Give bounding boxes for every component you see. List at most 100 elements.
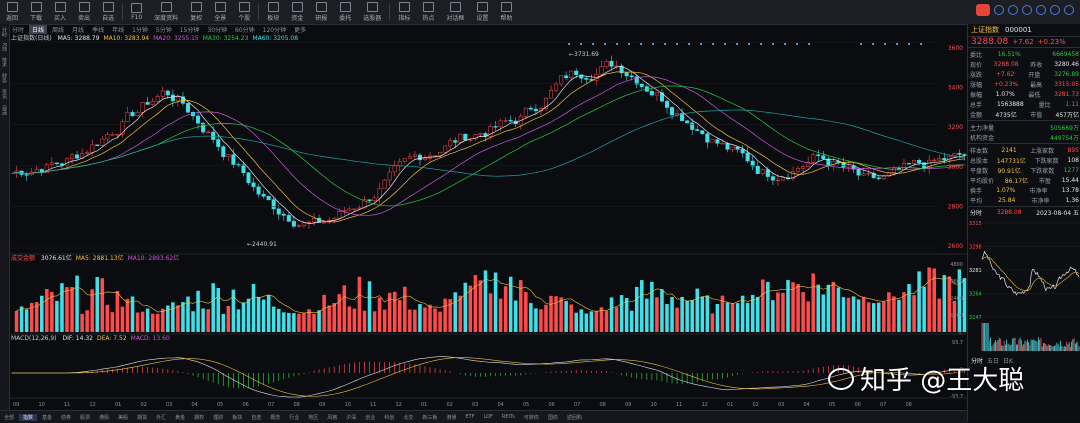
period-tab[interactable]: 30分钟: [204, 25, 230, 34]
period-tab[interactable]: 月线: [69, 25, 87, 34]
candle-body: [448, 140, 453, 147]
market-tab[interactable]: 沪深: [342, 414, 360, 421]
toolbar-icon: [449, 2, 461, 12]
toolbar-button-3[interactable]: 卖出: [72, 0, 96, 24]
market-tab[interactable]: 逆回购: [563, 414, 586, 421]
volume-bar: [755, 296, 760, 332]
toolbar-button-9[interactable]: 个股: [232, 0, 256, 24]
market-tab[interactable]: 地区: [304, 414, 322, 421]
toolbar-button-2[interactable]: 买入: [48, 0, 72, 24]
left-strip-item[interactable]: K线: [0, 40, 9, 54]
volume-bar: [927, 267, 931, 332]
time-axis-label: 10: [345, 402, 351, 408]
volume-bar: [392, 291, 397, 332]
market-tab[interactable]: 指数: [19, 413, 38, 421]
toolbar-icon: [131, 3, 143, 13]
close-icon[interactable]: [1064, 5, 1074, 15]
mail-icon[interactable]: [1022, 5, 1032, 15]
market-tab[interactable]: 港通: [442, 414, 460, 421]
market-tab[interactable]: 理财: [209, 414, 227, 421]
period-tab[interactable]: 120分钟: [260, 25, 289, 34]
market-tabs: 全部 指数 基金 债券 股票 港股 美股 期货 外汇 黄金 期权 理财 板块 自选 概念 行业 地区 风格 沪深 创业…: [0, 410, 967, 423]
user-icon[interactable]: [1008, 5, 1018, 15]
ma-line-60: [11, 109, 965, 177]
market-tab[interactable]: LOF: [479, 414, 496, 420]
volume-bar: [408, 309, 412, 332]
period-tab[interactable]: 60分钟: [232, 25, 258, 34]
left-strip-item[interactable]: 分时: [0, 24, 9, 40]
toolbar-button-10[interactable]: 板块: [261, 0, 285, 24]
search-icon[interactable]: [994, 5, 1004, 15]
market-tab[interactable]: 全部: [0, 414, 18, 421]
period-tab[interactable]: 5分钟: [153, 25, 175, 34]
market-tab[interactable]: 风格: [323, 414, 341, 421]
toolbar-button-5[interactable]: F10: [125, 0, 148, 24]
left-strip-item[interactable]: 自选: [0, 102, 9, 118]
market-tab[interactable]: 板块: [228, 414, 246, 421]
toolbar-button-7[interactable]: 复权: [184, 0, 208, 24]
market-tab[interactable]: 北交: [399, 414, 417, 421]
toolbar-button-12[interactable]: 研报: [309, 0, 333, 24]
toolbar-button-0[interactable]: 返回: [0, 0, 24, 24]
toolbar-button-4[interactable]: 自选: [96, 0, 120, 24]
period-tab[interactable]: 日线: [29, 24, 48, 34]
toolbar-icon: [30, 2, 42, 12]
volume-bar: [65, 287, 69, 332]
market-tab[interactable]: ETF: [461, 414, 478, 420]
market-tab[interactable]: 科创: [380, 414, 398, 421]
time-axis-label: 11: [676, 402, 682, 408]
toolbar-button-15[interactable]: 指标: [392, 0, 416, 24]
market-tab[interactable]: 期权: [190, 414, 208, 421]
market-tab[interactable]: 行业: [285, 414, 303, 421]
stat-value-2: 3280.46: [1054, 60, 1079, 68]
toolbar-button-11[interactable]: 资金: [285, 0, 309, 24]
period-tab[interactable]: 分时: [9, 25, 27, 34]
toolbar-button-1[interactable]: 下载: [24, 0, 48, 24]
market-tab[interactable]: 国债: [544, 414, 562, 421]
time-axis-label: 01: [727, 402, 733, 408]
market-tab[interactable]: 债券: [57, 414, 75, 421]
left-strip-item[interactable]: 财务: [0, 70, 9, 86]
volume-axis-label: 4800: [950, 262, 963, 268]
toolbar-button-16[interactable]: 热点: [416, 0, 440, 24]
volume-bar: [846, 297, 851, 332]
market-tab[interactable]: 基金: [38, 414, 56, 421]
toolbar-button-8[interactable]: 全景: [208, 0, 232, 24]
market-tab[interactable]: 股票: [76, 414, 94, 421]
market-tab[interactable]: 概念: [266, 414, 284, 421]
market-tab[interactable]: 港股: [95, 414, 113, 421]
volume-bar: [503, 286, 508, 332]
toolbar-button-6[interactable]: 深度资料: [148, 0, 184, 24]
market-tab[interactable]: REITs: [498, 414, 519, 420]
period-tab[interactable]: 年线: [109, 25, 127, 34]
market-tab[interactable]: 创业: [361, 414, 379, 421]
period-tab[interactable]: 周线: [49, 25, 67, 34]
market-tab[interactable]: 黄金: [171, 414, 189, 421]
volume-info-line: 成交金额 3076.61亿 MA5: 2881.13亿 MA10: 2893.62亿: [11, 254, 179, 262]
left-strip-item[interactable]: 技术: [0, 54, 9, 70]
toolbar-button-18[interactable]: 设置: [470, 0, 494, 24]
toolbar-button-13[interactable]: 委托: [333, 0, 357, 24]
market-tab[interactable]: 美股: [114, 414, 132, 421]
period-tab[interactable]: 季线: [89, 25, 107, 34]
market-tab[interactable]: 可转债: [520, 414, 543, 421]
period-tab[interactable]: 15分钟: [177, 25, 203, 34]
breadth-value: 86.17亿: [1004, 177, 1029, 185]
toolbar-button-17[interactable]: 对话框: [440, 0, 470, 24]
market-tab[interactable]: 期货: [133, 414, 151, 421]
candle-body: [710, 139, 715, 143]
market-tab[interactable]: 外汇: [152, 414, 170, 421]
volume-bar: [196, 290, 200, 332]
time-axis-label: 09: [319, 402, 325, 408]
settings-icon[interactable]: [1036, 5, 1046, 15]
period-tab[interactable]: 1分钟: [129, 25, 151, 34]
toolbar-button-14[interactable]: 选股器: [357, 0, 387, 24]
toolbar-button-19[interactable]: 帮助: [494, 0, 518, 24]
minimize-icon[interactable]: [1050, 5, 1060, 15]
breadth-value-2: 108: [1067, 156, 1079, 164]
market-tab[interactable]: 新三板: [418, 414, 441, 421]
market-tab[interactable]: 自选: [247, 414, 265, 421]
left-strip-item[interactable]: 资讯: [0, 86, 9, 102]
period-tab[interactable]: 更多: [291, 25, 309, 34]
breadth-label: 换手: [970, 187, 983, 195]
